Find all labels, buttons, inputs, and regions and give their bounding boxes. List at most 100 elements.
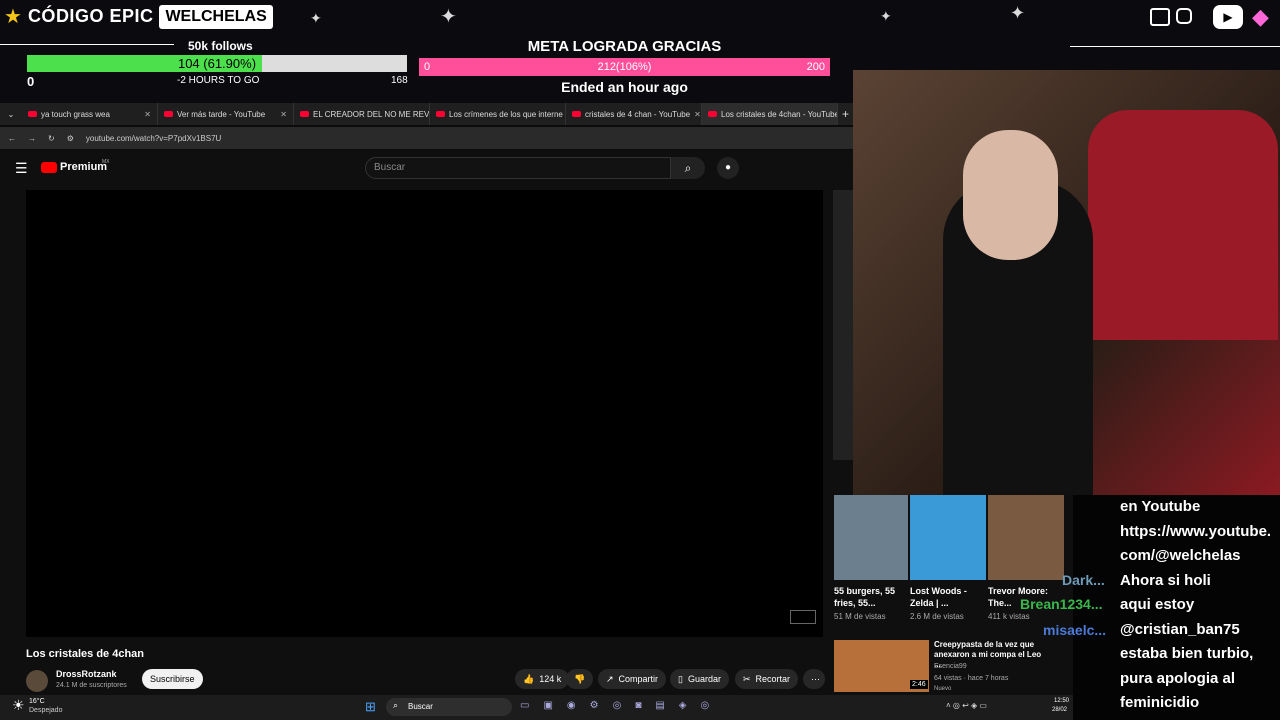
like-count: 124 k: [539, 674, 562, 684]
clock-date: 28/02: [1052, 707, 1068, 713]
rec-list-channel: Esencia99: [934, 663, 967, 670]
browser-tab[interactable]: Los crímenes de los que interne✕: [430, 103, 566, 125]
rec-title[interactable]: Lost Woods - Zelda | ...: [910, 585, 972, 609]
clip-button[interactable]: ✂ Recortar: [735, 669, 799, 689]
follows-min: 0: [27, 74, 35, 89]
clip-label: Recortar: [755, 674, 791, 684]
rec-views: 2.6 M de vistas: [910, 612, 964, 621]
close-icon[interactable]: ✕: [694, 110, 701, 119]
sparkle-icon: ✦: [310, 10, 322, 26]
youtube-favicon-icon: [300, 111, 309, 117]
save-button[interactable]: ▯ Guardar: [670, 669, 729, 689]
browser-tab[interactable]: ya touch grass wea ✕: [22, 103, 158, 125]
webcam-feed: [853, 70, 1280, 495]
mic-icon[interactable]: ●: [717, 157, 739, 179]
share-button[interactable]: ↗ Compartir: [598, 669, 667, 689]
sparkle-icon: ✦: [880, 8, 892, 24]
temperature: 16°C: [29, 698, 45, 705]
gaming-chair: [1088, 110, 1278, 340]
system-tray-icons[interactable]: ˄ ◎ ↩ ◈ ▭: [946, 701, 987, 710]
stream-brand: ★ CÓDIGO EPIC WELCHELAS: [4, 3, 273, 30]
rec-views: 51 M de vistas: [834, 612, 886, 621]
taskbar-search[interactable]: Buscar: [386, 698, 512, 716]
chat-line: https://www.youtube.: [1120, 522, 1272, 540]
search-button[interactable]: ⌕: [671, 157, 705, 179]
meta-progress-text: 212(106%): [597, 61, 652, 73]
clock-time: 12:50: [1054, 698, 1070, 704]
follows-progress-bar: 104 (61.90%): [27, 55, 407, 72]
new-tab-icon[interactable]: +: [842, 107, 849, 121]
search-icon: ⌕: [684, 160, 692, 175]
chat-line: @cristian_ban75: [1120, 620, 1240, 638]
reload-icon[interactable]: ↻: [48, 134, 55, 143]
rec-title[interactable]: 55 burgers, 55 fries, 55...: [834, 585, 896, 609]
windows-start-icon[interactable]: ⊞: [365, 699, 376, 715]
tab-title: Los crímenes de los que interne: [449, 109, 563, 119]
thumbs-up-icon: 👍: [523, 673, 535, 684]
more-options-button[interactable]: ⋯: [803, 669, 825, 689]
video-title: Los cristales de 4chan: [26, 648, 144, 660]
scissors-icon: ✂: [743, 673, 751, 684]
forward-icon[interactable]: →: [28, 134, 36, 143]
youtube-logo-text[interactable]: Premium: [60, 161, 107, 173]
browser-tab[interactable]: cristales de 4 chan - YouTube ✕: [566, 103, 702, 125]
meta-progress-bar: 0 212(106%) 200: [419, 58, 830, 76]
youtube-favicon-icon: [28, 111, 37, 117]
taskbar-app-icons[interactable]: ▭▣◉⚙◎◙▤◈◎: [520, 700, 723, 711]
follows-progress-text: 104 (61.90%): [177, 56, 257, 71]
subscribe-button[interactable]: Suscribirse: [142, 669, 203, 689]
browser-tab[interactable]: EL CREADOR DEL NO ME REVIE✕: [294, 103, 430, 125]
site-info-icon[interactable]: ⚙: [67, 134, 74, 143]
chat-line: com/@welchelas: [1120, 547, 1241, 564]
youtube-favicon-icon: [164, 111, 173, 117]
youtube-favicon-icon: [708, 111, 717, 117]
sparkle-icon: ✦: [1010, 3, 1026, 23]
chat-line: aqui estoy: [1120, 596, 1195, 613]
back-icon[interactable]: ←: [8, 134, 16, 143]
channel-name[interactable]: DrossRotzank: [56, 669, 117, 679]
search-input[interactable]: Buscar: [365, 157, 671, 179]
recommended-strip: [833, 190, 853, 460]
chat-line: en Youtube: [1120, 498, 1201, 515]
follows-goal-label: 50k follows: [188, 39, 253, 53]
chevron-down-icon[interactable]: ⌄: [0, 110, 22, 119]
browser-tab[interactable]: Ver más tarde - YouTube ✕: [158, 103, 294, 125]
video-player[interactable]: [26, 190, 823, 637]
browser-tab-active[interactable]: Los cristales de 4chan - YouTube✕: [702, 103, 838, 125]
youtube-icon: ▶: [1213, 5, 1243, 29]
dislike-button[interactable]: 👎: [566, 669, 594, 689]
rec-views: 411 k vistas: [988, 612, 1030, 621]
weather-icon: ☀: [12, 697, 25, 713]
follows-time-left: -2 HOURS TO GO: [177, 75, 260, 86]
brand-name: WELCHELAS: [159, 4, 273, 29]
weather-status: Despejado: [29, 707, 63, 714]
rec-thumbnail[interactable]: [988, 495, 1064, 580]
divider-line: [0, 44, 174, 45]
divider-line: [1070, 46, 1280, 47]
url-field[interactable]: youtube.com/watch?v=P7pdXv1BS7U: [86, 134, 221, 143]
chat-username: Brean1234...: [1020, 596, 1103, 612]
thumbs-down-icon: 👎: [574, 673, 586, 684]
like-button[interactable]: 👍 124 k: [515, 669, 570, 689]
close-icon[interactable]: ✕: [280, 110, 287, 119]
meta-title: META LOGRADA GRACIAS: [527, 38, 722, 55]
rec-thumbnail[interactable]: [834, 495, 908, 580]
youtube-logo-icon[interactable]: [41, 162, 57, 173]
youtube-favicon-icon: [436, 111, 445, 117]
close-icon[interactable]: ✕: [144, 110, 151, 119]
menu-icon[interactable]: ☰: [15, 160, 28, 177]
chat-line: estaba bien turbio,: [1120, 645, 1254, 662]
watermark-logo: [790, 610, 816, 624]
more-icon: ⋯: [811, 673, 820, 684]
avatar[interactable]: [26, 670, 48, 692]
rec-thumbnail[interactable]: [910, 495, 986, 580]
address-bar: ← → ↻ ⚙ youtube.com/watch?v=P7pdXv1BS7U: [0, 127, 853, 149]
tab-title: EL CREADOR DEL NO ME REVIE: [313, 109, 430, 119]
region-label: MX: [102, 159, 110, 165]
meta-status: Ended an hour ago: [561, 79, 688, 95]
subscriber-count: 24.1 M de suscriptores: [56, 682, 127, 689]
youtube-favicon-icon: [572, 111, 581, 117]
rec-list-meta: 64 vistas · hace 7 horas: [934, 675, 1009, 682]
rec-list-duration: 2:46: [910, 680, 928, 689]
new-badge: Nuevo: [934, 686, 952, 692]
